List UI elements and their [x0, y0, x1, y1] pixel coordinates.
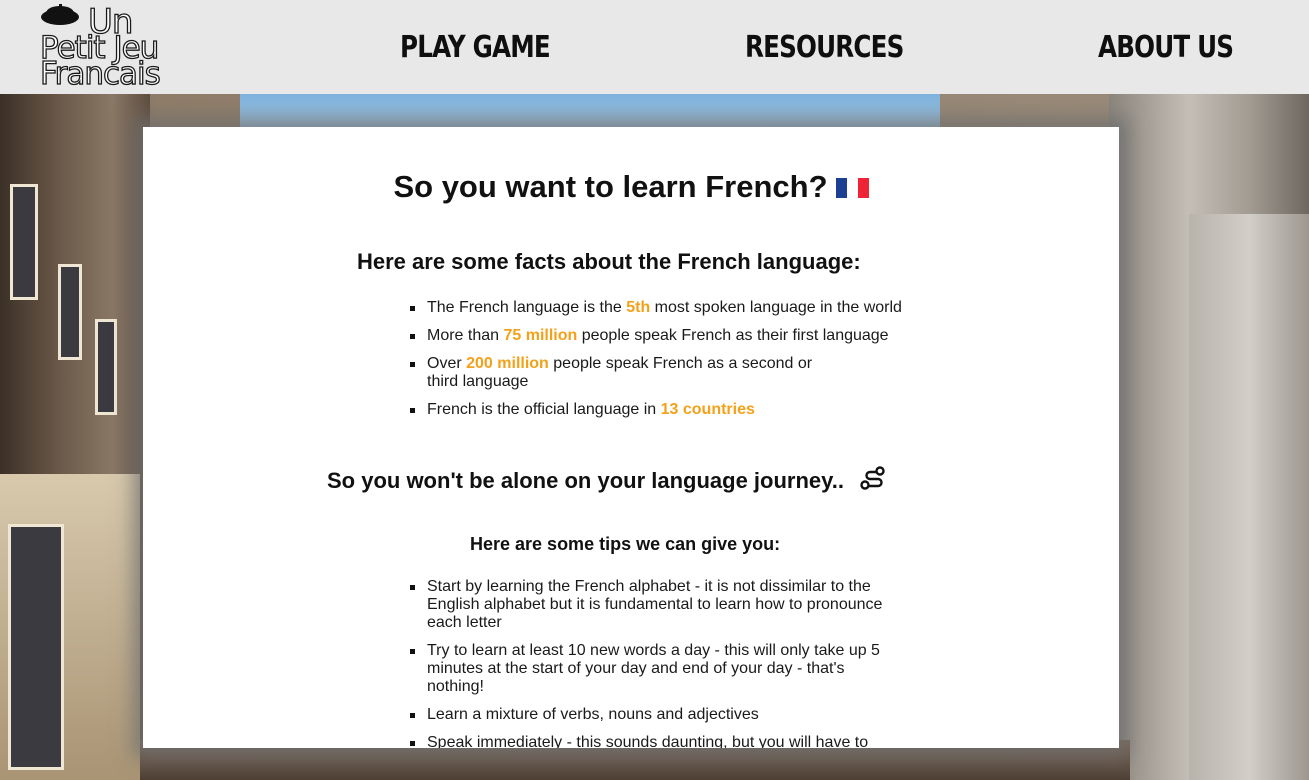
fact-item: More than 75 million people speak French…: [407, 327, 907, 345]
background-window: [58, 264, 82, 360]
nav-link-play-game[interactable]: PLAY GAME: [400, 30, 551, 65]
content-card: So you want to learn French? Here are so…: [143, 127, 1119, 748]
facts-list: The French language is the 5th most spok…: [407, 299, 907, 429]
facts-heading: Here are some facts about the French lan…: [357, 249, 861, 274]
site-logo[interactable]: Un Petit Jeu Francais: [38, 1, 178, 92]
tip-item: Speak immediately - this sounds daunting…: [407, 734, 897, 748]
tips-list: Start by learning the French alphabet - …: [407, 578, 897, 748]
tip-item: Start by learning the French alphabet - …: [407, 578, 897, 632]
background-window: [95, 319, 117, 415]
journey-heading: So you won't be alone on your language j…: [327, 466, 886, 494]
nav-link-resources[interactable]: RESOURCES: [745, 30, 904, 65]
page-title: So you want to learn French?: [143, 169, 1119, 205]
tip-item: Learn a mixture of verbs, nouns and adje…: [407, 706, 897, 724]
nav-link-about-us[interactable]: ABOUT US: [1098, 30, 1234, 65]
tip-item: Try to learn at least 10 new words a day…: [407, 642, 897, 696]
background-window: [8, 524, 64, 770]
journey-heading-text: So you won't be alone on your language j…: [327, 468, 844, 493]
site-header: Un Petit Jeu Francais PLAY GAME RESOURCE…: [0, 0, 1309, 94]
french-flag-icon: [835, 170, 869, 198]
fact-item: Over 200 million people speak French as …: [407, 355, 847, 391]
logo-text-line-3: Francais: [39, 55, 161, 92]
page-title-text: So you want to learn French?: [393, 169, 828, 204]
background-window: [10, 184, 38, 300]
route-icon: [860, 466, 885, 490]
tips-heading: Here are some tips we can give you:: [470, 534, 781, 554]
beret-icon: [41, 4, 79, 25]
fact-item: French is the official language in 13 co…: [407, 401, 907, 419]
fact-item: The French language is the 5th most spok…: [407, 299, 907, 317]
background-building-right-facade: [1189, 214, 1309, 780]
